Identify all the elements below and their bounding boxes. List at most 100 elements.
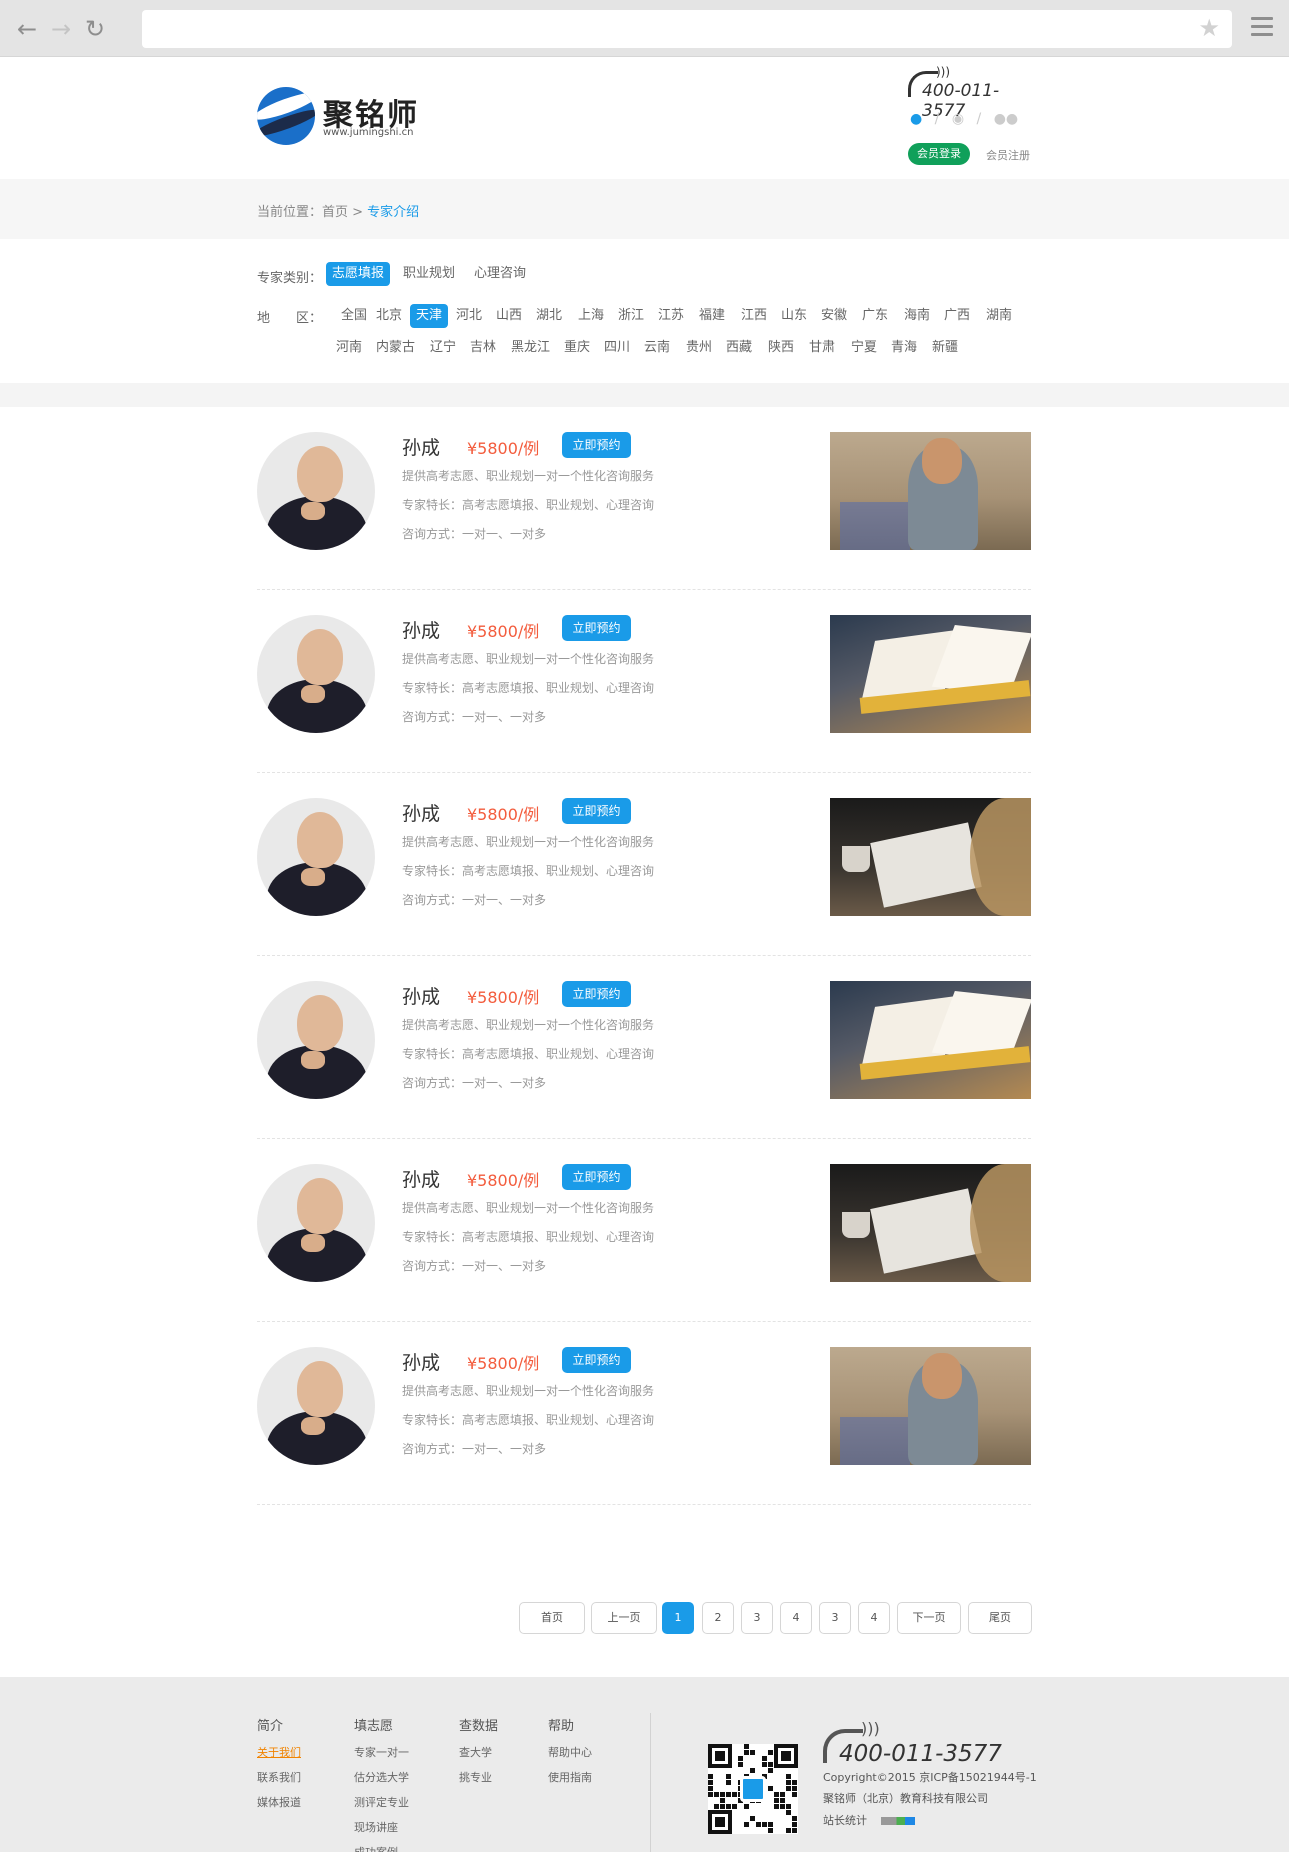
region-item[interactable]: 吉林	[464, 336, 502, 360]
footer-link[interactable]: 联系我们	[257, 1769, 301, 1785]
expert-avatar[interactable]	[257, 798, 375, 916]
region-item[interactable]: 浙江	[612, 304, 650, 328]
footer-link[interactable]: 现场讲座	[354, 1819, 409, 1835]
footer-link[interactable]: 估分选大学	[354, 1769, 409, 1785]
region-item[interactable]: 广西	[938, 304, 976, 328]
address-bar[interactable]: ★	[142, 10, 1232, 48]
expert-name[interactable]: 孙成	[402, 433, 440, 460]
region-item[interactable]: 青海	[885, 336, 923, 360]
footer-link[interactable]: 媒体报道	[257, 1794, 301, 1810]
breadcrumb-prefix[interactable]: 当前位置：首页 >	[257, 205, 367, 220]
page-number-button[interactable]: 3	[819, 1602, 851, 1634]
expert-card[interactable]: 孙成 ¥5800/例 立即预约 提供高考志愿、职业规划一对一个性化咨询服务 专家特长：高…	[257, 1139, 1031, 1322]
expert-avatar[interactable]	[257, 615, 375, 733]
footer-link[interactable]: 测评定专业	[354, 1794, 409, 1810]
expert-card[interactable]: 孙成 ¥5800/例 立即预约 提供高考志愿、职业规划一对一个性化咨询服务 专家特长：高…	[257, 1322, 1031, 1505]
expert-avatar[interactable]	[257, 1347, 375, 1465]
region-item[interactable]: 全国	[335, 304, 373, 328]
footer-link[interactable]: 关于我们	[257, 1744, 301, 1760]
star-icon[interactable]: ★	[1198, 14, 1220, 42]
region-item[interactable]: 新疆	[926, 336, 964, 360]
footer-link[interactable]: 专家一对一	[354, 1744, 409, 1760]
expert-avatar[interactable]	[257, 981, 375, 1099]
first-page-button[interactable]: 首页	[519, 1602, 585, 1634]
region-item[interactable]: 湖北	[530, 304, 568, 328]
footer-link[interactable]: 查大学	[459, 1744, 498, 1760]
region-item[interactable]: 贵州	[680, 336, 718, 360]
last-page-button[interactable]: 尾页	[968, 1602, 1032, 1634]
region-item[interactable]: 河南	[330, 336, 368, 360]
region-item[interactable]: 黑龙江	[505, 336, 556, 360]
region-item[interactable]: 河北	[450, 304, 488, 328]
wechat-icon[interactable]: ●●	[994, 111, 1018, 127]
region-item[interactable]: 江苏	[652, 304, 690, 328]
region-item[interactable]: 陕西	[762, 336, 800, 360]
register-link[interactable]: 会员注册	[986, 147, 1030, 163]
region-item[interactable]: 内蒙古	[370, 336, 421, 360]
footer-link[interactable]: 挑专业	[459, 1769, 498, 1785]
weibo-icon[interactable]: ◉	[952, 111, 964, 127]
qq-icon[interactable]: ●	[910, 111, 922, 127]
forward-arrow-icon[interactable]: →	[46, 14, 76, 44]
expert-name[interactable]: 孙成	[402, 1348, 440, 1375]
category-item[interactable]: 志愿填报	[326, 262, 391, 286]
region-item[interactable]: 天津	[410, 304, 449, 328]
region-item[interactable]: 江西	[735, 304, 773, 328]
prev-page-button[interactable]: 上一页	[591, 1602, 657, 1634]
expert-photo[interactable]	[830, 432, 1031, 550]
book-now-button[interactable]: 立即预约	[562, 798, 631, 824]
expert-name[interactable]: 孙成	[402, 799, 440, 826]
region-item[interactable]: 安徽	[815, 304, 853, 328]
category-item[interactable]: 职业规划	[397, 262, 461, 286]
breadcrumb-current[interactable]: 专家介绍	[367, 205, 419, 220]
book-now-button[interactable]: 立即预约	[562, 432, 631, 458]
expert-card[interactable]: 孙成 ¥5800/例 立即预约 提供高考志愿、职业规划一对一个性化咨询服务 专家特长：高…	[257, 773, 1031, 956]
page-number-button[interactable]: 2	[702, 1602, 734, 1634]
book-now-button[interactable]: 立即预约	[562, 1347, 631, 1373]
expert-card[interactable]: 孙成 ¥5800/例 立即预约 提供高考志愿、职业规划一对一个性化咨询服务 专家特长：高…	[257, 956, 1031, 1139]
menu-icon[interactable]	[1251, 17, 1273, 37]
cnzz-badge[interactable]	[880, 1817, 915, 1825]
expert-card[interactable]: 孙成 ¥5800/例 立即预约 提供高考志愿、职业规划一对一个性化咨询服务 专家特长：高…	[257, 590, 1031, 773]
category-item[interactable]: 心理咨询	[468, 262, 532, 286]
region-item[interactable]: 西藏	[720, 336, 758, 360]
page-number-button[interactable]: 1	[662, 1602, 694, 1634]
book-now-button[interactable]: 立即预约	[562, 981, 631, 1007]
expert-avatar[interactable]	[257, 432, 375, 550]
footer-link[interactable]: 成功案例	[354, 1844, 409, 1852]
region-item[interactable]: 山东	[775, 304, 813, 328]
region-item[interactable]: 海南	[898, 304, 936, 328]
expert-avatar[interactable]	[257, 1164, 375, 1282]
expert-photo[interactable]	[830, 981, 1031, 1099]
region-item[interactable]: 四川	[598, 336, 636, 360]
region-item[interactable]: 重庆	[558, 336, 596, 360]
page-number-button[interactable]: 4	[858, 1602, 890, 1634]
expert-name[interactable]: 孙成	[402, 982, 440, 1009]
stats-label[interactable]: 站长统计	[823, 1814, 867, 1827]
region-item[interactable]: 云南	[638, 336, 676, 360]
expert-photo[interactable]	[830, 1347, 1031, 1465]
book-now-button[interactable]: 立即预约	[562, 615, 631, 641]
footer-link[interactable]: 使用指南	[548, 1769, 592, 1785]
region-item[interactable]: 山西	[490, 304, 528, 328]
region-item[interactable]: 福建	[693, 304, 731, 328]
expert-photo[interactable]	[830, 615, 1031, 733]
region-item[interactable]: 甘肃	[803, 336, 841, 360]
page-number-button[interactable]: 3	[741, 1602, 773, 1634]
region-item[interactable]: 湖南	[980, 304, 1018, 328]
expert-photo[interactable]	[830, 798, 1031, 916]
footer-link[interactable]: 帮助中心	[548, 1744, 592, 1760]
region-item[interactable]: 宁夏	[845, 336, 883, 360]
region-item[interactable]: 北京	[370, 304, 408, 328]
region-item[interactable]: 辽宁	[424, 336, 462, 360]
book-now-button[interactable]: 立即预约	[562, 1164, 631, 1190]
next-page-button[interactable]: 下一页	[897, 1602, 961, 1634]
region-item[interactable]: 上海	[572, 304, 610, 328]
logo-icon[interactable]	[257, 87, 315, 145]
region-item[interactable]: 广东	[856, 304, 894, 328]
expert-name[interactable]: 孙成	[402, 616, 440, 643]
page-number-button[interactable]: 4	[780, 1602, 812, 1634]
expert-photo[interactable]	[830, 1164, 1031, 1282]
expert-name[interactable]: 孙成	[402, 1165, 440, 1192]
expert-card[interactable]: 孙成 ¥5800/例 立即预约 提供高考志愿、职业规划一对一个性化咨询服务 专家特长：高…	[257, 407, 1031, 590]
